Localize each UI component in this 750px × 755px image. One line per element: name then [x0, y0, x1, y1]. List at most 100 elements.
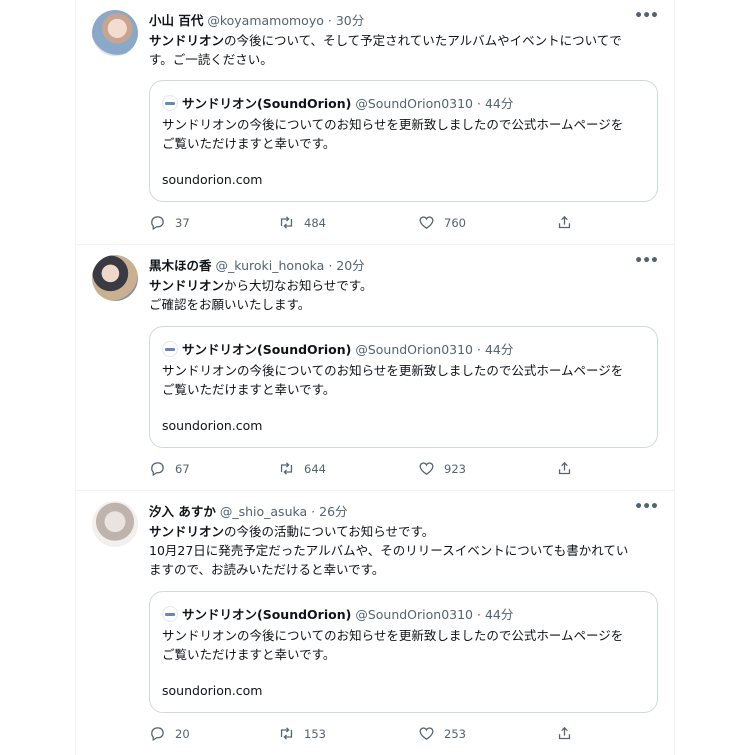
- tweet-text-part: 10月27日に発売予定だったアルバムや、そのリリースイベントについても書かれてい: [149, 543, 629, 558]
- more-icon[interactable]: •••: [634, 8, 659, 24]
- retweet-count: 644: [304, 461, 326, 476]
- retweet-count: 484: [304, 215, 326, 230]
- avatar[interactable]: [92, 255, 138, 301]
- tweet[interactable]: 小山 百代 @koyamamomoyo · 30分 ••• サンドリオンの今後に…: [76, 0, 674, 245]
- quoted-link[interactable]: soundorion.com: [162, 172, 262, 187]
- quoted-time: 44分: [484, 342, 514, 357]
- tweet[interactable]: 黒木ほの香 @_kuroki_honoka · 20分 ••• サンドリオンから…: [76, 245, 674, 491]
- timeline: 小山 百代 @koyamamomoyo · 30分 ••• サンドリオンの今後に…: [75, 0, 675, 755]
- retweet-button[interactable]: 153: [278, 725, 326, 742]
- separator: ·: [327, 13, 332, 28]
- retweet-icon: [280, 727, 293, 740]
- quoted-body-line: ご覧いただけますと幸いです。: [162, 647, 336, 662]
- reply-count: 67: [175, 461, 190, 476]
- more-icon[interactable]: •••: [634, 499, 659, 515]
- mention-bold: サンドリオン: [149, 278, 225, 293]
- quoted-tweet[interactable]: サンドリオン(SoundOrion) @SoundOrion0310 · 44分…: [149, 591, 658, 713]
- tweet-text-part: ますので、お読みいただけると幸いです。: [149, 562, 385, 577]
- separator: ·: [311, 504, 316, 519]
- like-button[interactable]: 253: [418, 725, 466, 742]
- reply-count: 20: [175, 726, 190, 741]
- quoted-tweet[interactable]: サンドリオン(SoundOrion) @SoundOrion0310 · 44分…: [149, 80, 658, 202]
- author-handle[interactable]: @_kuroki_honoka: [216, 258, 325, 273]
- heart-icon: [419, 727, 434, 740]
- quoted-body: サンドリオンの今後についてのお知らせを更新致しましたので公式ホームページを ご覧…: [162, 626, 645, 664]
- quoted-body: サンドリオンの今後についてのお知らせを更新致しましたので公式ホームページを ご覧…: [162, 361, 645, 399]
- share-icon: [558, 215, 571, 229]
- retweet-button[interactable]: 644: [278, 460, 326, 477]
- quoted-tweet[interactable]: サンドリオン(SoundOrion) @SoundOrion0310 · 44分…: [149, 326, 658, 448]
- quoted-name: サンドリオン(SoundOrion): [182, 342, 352, 357]
- tweet-text-part: ご確認をお願いいたします。: [149, 297, 311, 312]
- share-button[interactable]: [556, 214, 573, 231]
- quoted-time: 44分: [484, 96, 514, 111]
- quoted-body-line: サンドリオンの今後についてのお知らせを更新致しましたので公式ホームページを: [162, 363, 624, 378]
- share-button[interactable]: [556, 460, 573, 477]
- separator: ·: [328, 258, 333, 273]
- quoted-avatar: [162, 341, 178, 357]
- share-button[interactable]: [556, 725, 573, 742]
- reply-button[interactable]: 37: [149, 214, 190, 231]
- tweet-text-part: の今後の活動についてお知らせです。: [224, 524, 435, 539]
- quoted-handle: @SoundOrion0310: [355, 607, 474, 622]
- quoted-body-line: サンドリオンの今後についてのお知らせを更新致しましたので公式ホームページを: [162, 628, 624, 643]
- quoted-link[interactable]: soundorion.com: [162, 418, 262, 433]
- like-button[interactable]: 923: [418, 460, 466, 477]
- quoted-body-line: ご覧いただけますと幸いです。: [162, 136, 336, 151]
- reply-count: 37: [175, 215, 190, 230]
- timestamp[interactable]: 30分: [336, 13, 364, 28]
- quoted-body: サンドリオンの今後についてのお知らせを更新致しましたので公式ホームページを ご覧…: [162, 115, 645, 153]
- tweet-header: 黒木ほの香 @_kuroki_honoka · 20分 •••: [149, 253, 659, 275]
- quoted-header: サンドリオン(SoundOrion) @SoundOrion0310 · 44分: [162, 93, 645, 112]
- author-handle[interactable]: @_shio_asuka: [220, 504, 307, 519]
- tweet[interactable]: 汐入 あすか @_shio_asuka · 26分 ••• サンドリオンの今後の…: [76, 491, 674, 755]
- avatar[interactable]: [92, 10, 138, 56]
- tweet-header: 小山 百代 @koyamamomoyo · 30分 •••: [149, 8, 659, 30]
- reply-button[interactable]: 20: [149, 725, 190, 742]
- author-name[interactable]: 小山 百代: [149, 13, 203, 28]
- retweet-icon: [280, 462, 293, 475]
- action-bar: 20 153 253: [149, 725, 658, 745]
- tweet-text: サンドリオンから大切なお知らせです。 ご確認をお願いいたします。: [149, 276, 656, 314]
- like-count: 253: [444, 726, 466, 741]
- more-icon[interactable]: •••: [634, 253, 659, 269]
- separator: ·: [477, 96, 481, 111]
- tweet-header: 汐入 あすか @_shio_asuka · 26分 •••: [149, 499, 659, 521]
- reply-icon: [151, 462, 164, 477]
- author-handle[interactable]: @koyamamomoyo: [207, 13, 324, 28]
- author-name[interactable]: 汐入 あすか: [149, 504, 216, 519]
- timestamp[interactable]: 26分: [319, 504, 347, 519]
- quoted-handle: @SoundOrion0310: [355, 96, 474, 111]
- tweet-text-part: から大切なお知らせです。: [224, 278, 373, 293]
- avatar[interactable]: [92, 501, 138, 547]
- quoted-time: 44分: [484, 607, 514, 622]
- share-icon: [558, 726, 571, 740]
- quoted-avatar: [162, 95, 178, 111]
- tweet-text-part: の今後について、そして予定されていたアルバムやイベントについてで: [224, 33, 622, 48]
- heart-icon: [419, 216, 434, 229]
- action-bar: 37 484 760: [149, 214, 658, 234]
- reply-icon: [151, 727, 164, 742]
- retweet-button[interactable]: 484: [278, 214, 326, 231]
- like-button[interactable]: 760: [418, 214, 466, 231]
- timestamp[interactable]: 20分: [336, 258, 364, 273]
- author-name[interactable]: 黒木ほの香: [149, 258, 212, 273]
- heart-icon: [419, 462, 434, 475]
- reply-button[interactable]: 67: [149, 460, 190, 477]
- reply-icon: [151, 216, 164, 231]
- separator: ·: [477, 342, 481, 357]
- quoted-body-line: ご覧いただけますと幸いです。: [162, 382, 336, 397]
- like-count: 760: [444, 215, 466, 230]
- separator: ·: [477, 607, 481, 622]
- quoted-avatar: [162, 606, 178, 622]
- tweet-text-part: す。ご一読ください。: [149, 52, 273, 67]
- tweet-text: サンドリオンの今後の活動についてお知らせです。 10月27日に発売予定だったアル…: [149, 522, 656, 579]
- quoted-header: サンドリオン(SoundOrion) @SoundOrion0310 · 44分: [162, 604, 645, 623]
- mention-bold: サンドリオン: [149, 33, 225, 48]
- quoted-link[interactable]: soundorion.com: [162, 683, 262, 698]
- action-bar: 67 644 923: [149, 460, 658, 480]
- share-icon: [558, 461, 571, 475]
- quoted-name: サンドリオン(SoundOrion): [182, 96, 352, 111]
- quoted-name: サンドリオン(SoundOrion): [182, 607, 352, 622]
- retweet-count: 153: [304, 726, 326, 741]
